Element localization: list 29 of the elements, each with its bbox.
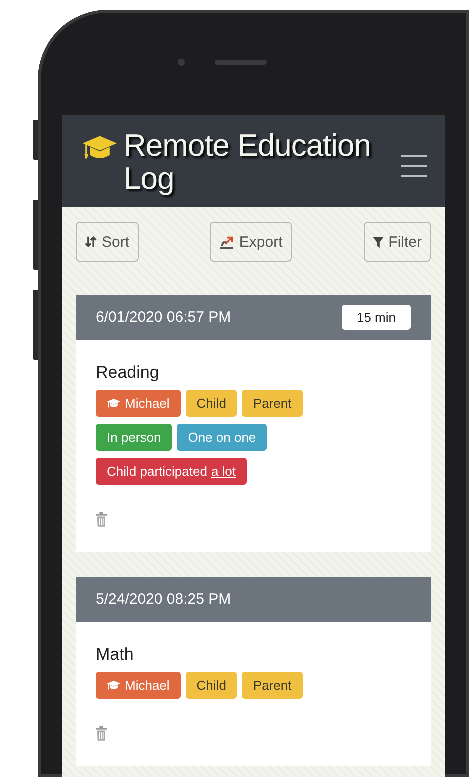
speaker-grille (215, 60, 267, 65)
export-button[interactable]: Export (210, 222, 292, 262)
camera-icon (178, 59, 185, 66)
entry-subject: Math (96, 645, 135, 665)
entry-datetime: 5/24/2020 08:25 PM (96, 591, 232, 608)
entry-subject: Reading (96, 363, 160, 383)
trash-icon[interactable] (96, 512, 107, 527)
tag-label: Parent (242, 390, 303, 417)
entry-datetime: 6/01/2020 06:57 PM (96, 309, 232, 326)
tag-label: Parent (242, 672, 303, 699)
app-title: Remote Education Log (124, 129, 372, 195)
sort-button[interactable]: Sort (76, 222, 139, 262)
funnel-icon (372, 236, 384, 248)
tag-label: Child participated a lot (96, 458, 248, 485)
tag-label: Child (186, 390, 238, 417)
student-tag: Michael (96, 672, 181, 699)
filter-button[interactable]: Filter (364, 222, 431, 262)
trash-icon[interactable] (96, 726, 107, 741)
sort-arrows-icon (85, 236, 97, 248)
tag-label: One on one (177, 424, 268, 451)
tag-label: In person (96, 424, 172, 451)
duration-badge: 15 min (342, 305, 411, 330)
tag-label: Child (186, 672, 238, 699)
graduation-cap-icon (107, 680, 121, 691)
student-tag: Michael (96, 390, 181, 417)
export-arrow-icon (219, 236, 234, 248)
graduation-cap-icon (107, 398, 121, 409)
menu-icon[interactable] (401, 155, 427, 177)
graduation-cap-icon (82, 134, 118, 162)
